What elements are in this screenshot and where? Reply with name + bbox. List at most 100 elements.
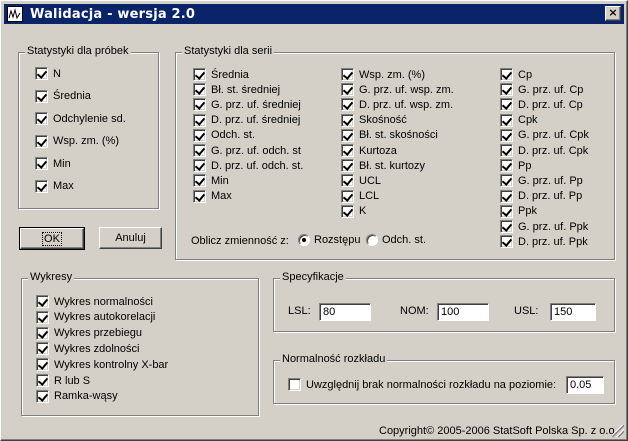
series-checkbox-d-prz-uf-odch-st[interactable]: D. prz. uf. odch. st. xyxy=(193,159,303,173)
checkbox-box[interactable] xyxy=(341,83,354,97)
series-checkbox-k[interactable]: K xyxy=(341,204,366,218)
normality-checkbox-box[interactable] xyxy=(288,378,301,391)
series-checkbox-srednia[interactable]: Średnia xyxy=(193,68,249,81)
checkbox-box[interactable] xyxy=(341,113,354,127)
checkbox-box[interactable] xyxy=(193,144,206,157)
checkbox-box[interactable] xyxy=(36,374,49,387)
series-checkbox-odch-st[interactable]: Odch. st. xyxy=(193,128,255,142)
chart-checkbox-wykres-przebiegu[interactable]: Wykres przebiegu xyxy=(36,326,142,340)
series-checkbox-g-prz-uf-ppk[interactable]: G. prz. uf. Ppk xyxy=(500,220,588,233)
series-checkbox-ucl[interactable]: UCL xyxy=(341,174,381,188)
series-checkbox-bl-st-skosnosci[interactable]: Bł. st. skośności xyxy=(341,128,438,142)
checkbox-box[interactable] xyxy=(193,83,206,97)
checkbox-box[interactable] xyxy=(193,189,206,203)
series-checkbox-d-prz-uf-pp[interactable]: D. prz. uf. Pp xyxy=(500,189,582,203)
chart-checkbox-ramka-wasy[interactable]: Ramka-wąsy xyxy=(36,389,118,403)
checkbox-box[interactable] xyxy=(341,159,354,173)
checkbox-box[interactable] xyxy=(341,128,354,142)
checkbox-box[interactable] xyxy=(500,68,513,81)
checkbox-box[interactable] xyxy=(36,389,49,403)
series-checkbox-g-prz-uf-sredniej[interactable]: G. prz. uf. średniej xyxy=(193,98,301,112)
title-bar[interactable]: Walidacja - wersja 2.0 × xyxy=(4,4,624,24)
checkbox-box[interactable] xyxy=(35,134,48,148)
checkbox-box[interactable] xyxy=(500,204,513,218)
checkbox-box[interactable] xyxy=(193,68,206,81)
nom-input[interactable]: 100 xyxy=(437,303,489,321)
normality-level-input[interactable]: 0.05 xyxy=(566,376,604,394)
checkbox-box[interactable] xyxy=(500,98,513,112)
series-checkbox-g-prz-uf-odch-st[interactable]: G. prz. uf. odch. st xyxy=(193,144,301,157)
series-checkbox-d-prz-uf-wsp-zm[interactable]: D. prz. uf. wsp. zm. xyxy=(341,98,453,112)
checkbox-box[interactable] xyxy=(500,128,513,142)
checkbox-box[interactable] xyxy=(36,295,49,308)
checkbox-box[interactable] xyxy=(500,144,513,157)
ok-button[interactable]: OK xyxy=(19,227,85,250)
checkbox-box[interactable] xyxy=(193,113,206,127)
series-checkbox-lcl[interactable]: LCL xyxy=(341,189,379,203)
sample-checkbox-max[interactable]: Max xyxy=(35,179,74,193)
lsl-input[interactable]: 80 xyxy=(319,303,371,321)
checkbox-box[interactable] xyxy=(500,113,513,127)
checkbox-box[interactable] xyxy=(341,204,354,218)
series-checkbox-ppk[interactable]: Ppk xyxy=(500,204,537,218)
usl-input[interactable]: 150 xyxy=(550,303,596,321)
series-checkbox-d-prz-uf-cpk[interactable]: D. prz. uf. Cpk xyxy=(500,144,588,157)
checkbox-box[interactable] xyxy=(35,67,48,80)
series-checkbox-max[interactable]: Max xyxy=(193,189,232,203)
series-checkbox-cp[interactable]: Cp xyxy=(500,68,532,81)
checkbox-box[interactable] xyxy=(36,342,49,356)
chart-checkbox-wykres-normalnosci[interactable]: Wykres normalności xyxy=(36,295,153,308)
series-checkbox-wsp-zm[interactable]: Wsp. zm. (%) xyxy=(341,68,425,81)
checkbox-box[interactable] xyxy=(500,174,513,188)
chart-checkbox-wykres-zdolnosci[interactable]: Wykres zdolności xyxy=(36,342,139,356)
chart-checkbox-r-lub-s[interactable]: R lub S xyxy=(36,374,90,387)
chart-checkbox-wykres-kontrolny-x-bar[interactable]: Wykres kontrolny X-bar xyxy=(36,358,168,372)
checkbox-box[interactable] xyxy=(341,189,354,203)
variability-radio-odch-st[interactable]: Odch. st. xyxy=(366,234,426,246)
radio-button[interactable] xyxy=(366,234,378,246)
sample-checkbox-odchylenie-sd[interactable]: Odchylenie sd. xyxy=(35,112,126,125)
checkbox-box[interactable] xyxy=(193,174,206,188)
resize-grip[interactable] xyxy=(612,425,624,437)
series-checkbox-d-prz-uf-sredniej[interactable]: D. prz. uf. średniej xyxy=(193,113,300,127)
checkbox-box[interactable] xyxy=(35,112,48,125)
normality-checkbox[interactable]: Uwzględnij brak normalności rozkładu na … xyxy=(288,378,556,391)
checkbox-box[interactable] xyxy=(35,179,48,193)
checkbox-box[interactable] xyxy=(193,128,206,142)
series-checkbox-d-prz-uf-cp[interactable]: D. prz. uf. Cp xyxy=(500,98,583,112)
checkbox-box[interactable] xyxy=(193,159,206,173)
chart-checkbox-wykres-autokorelacji[interactable]: Wykres autokorelacji xyxy=(36,310,155,324)
series-checkbox-g-prz-uf-cpk[interactable]: G. prz. uf. Cpk xyxy=(500,128,589,142)
checkbox-box[interactable] xyxy=(500,220,513,233)
checkbox-box[interactable] xyxy=(35,157,48,170)
series-checkbox-bl-st-sredniej[interactable]: Bł. st. średniej xyxy=(193,83,280,97)
checkbox-box[interactable] xyxy=(193,98,206,112)
close-button[interactable]: × xyxy=(605,6,621,21)
series-checkbox-pp[interactable]: Pp xyxy=(500,159,531,173)
checkbox-box[interactable] xyxy=(500,235,513,249)
sample-checkbox-wsp-zm[interactable]: Wsp. zm. (%) xyxy=(35,134,119,148)
sample-checkbox-min[interactable]: Min xyxy=(35,157,71,170)
checkbox-box[interactable] xyxy=(35,89,48,103)
series-checkbox-d-prz-uf-ppk[interactable]: D. prz. uf. Ppk xyxy=(500,235,588,249)
checkbox-box[interactable] xyxy=(36,310,49,324)
series-checkbox-g-prz-uf-cp[interactable]: G. prz. uf. Cp xyxy=(500,83,583,97)
checkbox-box[interactable] xyxy=(500,189,513,203)
series-checkbox-min[interactable]: Min xyxy=(193,174,229,188)
checkbox-box[interactable] xyxy=(341,98,354,112)
checkbox-box[interactable] xyxy=(341,174,354,188)
radio-button[interactable] xyxy=(298,234,310,246)
sample-checkbox-n[interactable]: N xyxy=(35,67,61,80)
series-checkbox-bl-st-kurtozy[interactable]: Bł. st. kurtozy xyxy=(341,159,425,173)
series-checkbox-cpk[interactable]: Cpk xyxy=(500,113,538,127)
sample-checkbox-srednia[interactable]: Średnia xyxy=(35,89,91,103)
checkbox-box[interactable] xyxy=(341,144,354,157)
checkbox-box[interactable] xyxy=(36,326,49,340)
checkbox-box[interactable] xyxy=(500,83,513,97)
series-checkbox-skosnosc[interactable]: Skośność xyxy=(341,113,407,127)
checkbox-box[interactable] xyxy=(500,159,513,173)
variability-radio-rozstepu[interactable]: Rozstępu xyxy=(298,234,360,246)
checkbox-box[interactable] xyxy=(36,358,49,372)
cancel-button[interactable]: Anuluj xyxy=(99,227,162,249)
series-checkbox-g-prz-uf-pp[interactable]: G. prz. uf. Pp xyxy=(500,174,583,188)
